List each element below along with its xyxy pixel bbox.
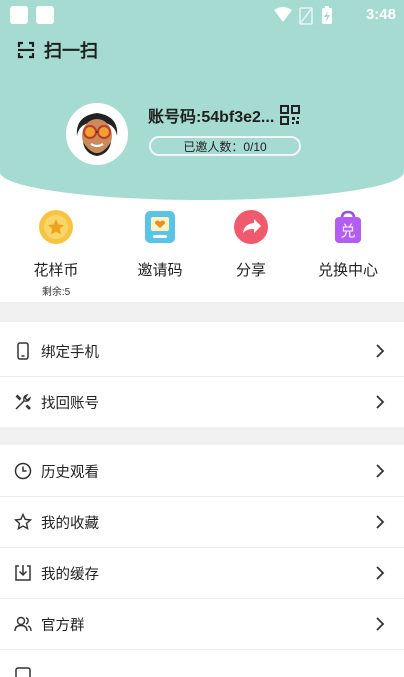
chevron-right-icon [376,395,385,409]
scan-button[interactable]: 扫一扫 [16,38,98,62]
profile-header: 3:48 扫一扫 账号码:54bf3e2... 已邀人数：0/10 [0,0,404,200]
menu-item-recover-account[interactable]: 找回账号 [0,377,404,427]
svg-text:兑: 兑 [340,222,355,240]
menu-item-label: 我的收藏 [41,515,99,532]
share-action[interactable]: 分享 [205,208,297,280]
menu-item-label: 官方群 [41,617,85,634]
download-icon [15,565,31,581]
group-icon [14,616,32,632]
account-code-row[interactable]: 账号码:54bf3e2... [148,104,301,126]
document-icon [15,667,31,677]
action-label: 分享 [235,262,266,279]
tools-icon [15,393,32,410]
coin-icon [39,210,73,244]
menu-item-label: 历史观看 [41,464,99,481]
chevron-right-icon [376,617,385,631]
status-icons [274,6,332,25]
invite-count-badge: 已邀人数：0/10 [149,136,301,156]
avatar[interactable] [66,103,128,165]
coin-action[interactable]: 花样币 剩余:5 [10,208,102,298]
invite-card-icon [145,211,175,243]
status-bar: 3:48 [0,0,404,32]
action-label: 邀请码 [137,262,183,279]
chevron-right-icon [376,566,385,580]
qr-code-icon[interactable] [280,105,301,125]
section-divider [0,302,404,322]
notification-icon [10,6,28,24]
exchange-bag-icon: 兑 [335,210,361,243]
avatar-image [69,106,125,162]
phone-icon [17,342,29,360]
menu-item-history[interactable]: 历史观看 [0,446,404,496]
chevron-right-icon [376,515,385,529]
menu-item-favorites[interactable]: 我的收藏 [0,497,404,547]
menu-item-label: 绑定手机 [41,344,99,361]
clock-icon [14,462,32,480]
clock-time: 3:48 [365,6,396,23]
menu-item-cache[interactable]: 我的缓存 [0,548,404,598]
exchange-center-action[interactable]: 兑 兑换中心 [302,208,394,280]
scan-label: 扫一扫 [44,41,98,61]
action-label: 兑换中心 [317,262,378,279]
section-divider [0,427,404,445]
menu-item-label: 我的缓存 [41,566,99,583]
share-icon [234,210,268,244]
star-icon [14,513,32,530]
account-code: 账号码:54bf3e2... [148,109,275,126]
menu-item-partial[interactable] [0,650,404,677]
invite-code-action[interactable]: 邀请码 [114,208,206,280]
notification-icon [36,6,54,24]
action-label: 花样币 [33,262,79,279]
chevron-right-icon [376,344,385,358]
coin-remaining: 剩余:5 [41,287,71,298]
chevron-right-icon [376,464,385,478]
menu-item-bind-phone[interactable]: 绑定手机 [0,326,404,376]
menu-item-official-group[interactable]: 官方群 [0,599,404,649]
menu-item-label: 找回账号 [41,395,99,412]
scan-icon [17,41,35,59]
quick-actions: 花样币 剩余:5 邀请码 分享 兑 兑换中心 [0,208,404,298]
